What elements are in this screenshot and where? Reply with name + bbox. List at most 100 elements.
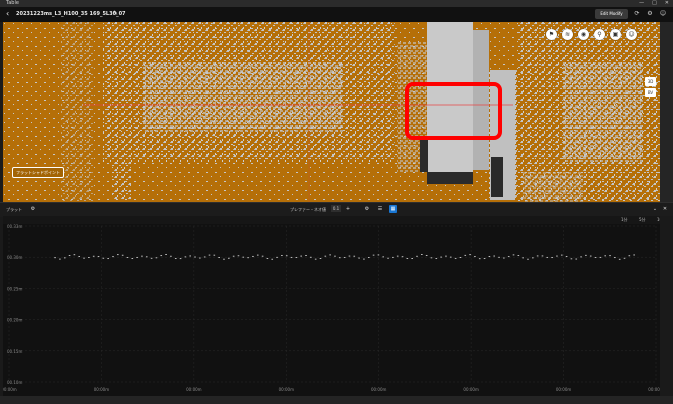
point-tag[interactable]: フラットシャドポイント xyxy=(12,167,64,178)
data-point xyxy=(324,255,327,257)
capture-icon[interactable]: ▣ xyxy=(610,29,621,40)
data-point xyxy=(633,254,635,256)
pin-icon[interactable]: ⚑ xyxy=(546,29,557,40)
data-point xyxy=(300,255,302,257)
data-point xyxy=(382,256,385,258)
chart-area[interactable]: 00.33m 00.30m 00.25m 00.20m 00.15m 00.10m 00:0… xyxy=(3,224,660,396)
data-point xyxy=(218,257,220,258)
data-point xyxy=(203,256,206,258)
data-point xyxy=(63,257,66,259)
user-icon[interactable]: ☺ xyxy=(659,10,667,18)
panel-close-icon[interactable]: ✕ xyxy=(661,205,669,213)
data-point xyxy=(126,257,129,258)
edit-button[interactable]: Edit Modify xyxy=(595,9,628,19)
data-point xyxy=(73,254,76,256)
data-point xyxy=(232,255,235,257)
y-tick-label: 00.15m xyxy=(7,349,22,354)
panel-name: プラット xyxy=(6,207,22,212)
data-point xyxy=(170,255,172,257)
expand-icon[interactable]: + xyxy=(344,205,352,213)
range-5min[interactable]: 5分 xyxy=(639,216,646,224)
status-strip xyxy=(0,396,673,404)
data-point xyxy=(493,255,496,257)
chart-icon[interactable]: ▦ xyxy=(389,205,397,213)
range-1min[interactable]: 1分 xyxy=(621,216,628,224)
data-point xyxy=(377,254,380,256)
data-point xyxy=(609,255,611,257)
x-tick-label: 00:00m xyxy=(371,387,387,392)
data-point xyxy=(88,257,90,258)
chart-panel-toolbar: プラット ⚙ プレファー・ネオ値 0.1 + ⚙ ☰ ▦ ⌄ ✕ xyxy=(0,202,673,217)
x-tick-label: 00:00m xyxy=(94,387,110,392)
window-controls: — □ ✕ xyxy=(639,0,669,7)
data-point xyxy=(512,254,515,256)
cycle-icon[interactable]: ⟳ xyxy=(633,10,641,18)
list-icon[interactable]: ☰ xyxy=(376,205,384,213)
chart-scrollbar[interactable] xyxy=(660,216,673,396)
data-point xyxy=(92,255,95,257)
data-point xyxy=(208,254,211,256)
data-point xyxy=(401,256,404,258)
data-point xyxy=(367,257,370,258)
control-value[interactable]: 0.1 xyxy=(331,205,341,212)
data-point xyxy=(261,255,264,257)
data-point xyxy=(570,258,573,260)
data-point xyxy=(372,254,375,256)
point-cloud-render xyxy=(3,22,660,202)
data-point xyxy=(314,258,317,260)
data-point xyxy=(498,256,500,258)
measure-icon[interactable]: ⚲ xyxy=(594,29,605,40)
data-point xyxy=(445,255,447,257)
view-3d-button[interactable]: 3D xyxy=(645,77,656,86)
data-point xyxy=(199,257,201,259)
data-point xyxy=(121,254,124,256)
data-point xyxy=(425,255,428,256)
data-point xyxy=(435,258,438,259)
data-point xyxy=(454,257,457,259)
data-point xyxy=(117,254,119,256)
maximize-button[interactable]: □ xyxy=(652,0,657,7)
data-point xyxy=(97,256,100,257)
data-point xyxy=(271,258,274,260)
data-point xyxy=(189,255,192,257)
data-point xyxy=(353,255,356,257)
data-point xyxy=(469,254,471,256)
data-point xyxy=(329,254,331,256)
data-point xyxy=(421,254,423,255)
edit-title-icon[interactable]: ✎ xyxy=(113,10,118,17)
data-point xyxy=(449,256,452,258)
back-button[interactable]: ‹ xyxy=(6,9,9,19)
data-point xyxy=(416,255,418,257)
collapse-icon[interactable]: ⌄ xyxy=(651,205,659,213)
y-tick-label: 00.20m xyxy=(7,318,22,323)
x-tick-label: 00:00m xyxy=(186,387,202,392)
layers-icon[interactable]: ≋ xyxy=(562,29,573,40)
data-point xyxy=(247,257,249,259)
location-icon[interactable]: ◉ xyxy=(578,29,589,40)
data-point xyxy=(604,255,607,257)
close-button[interactable]: ✕ xyxy=(665,0,669,7)
minimize-button[interactable]: — xyxy=(639,0,644,7)
data-point xyxy=(285,255,288,257)
point-cloud-viewport[interactable]: フラットシャドポイント ⚑ ≋ ◉ ⚲ ▣ ☺ 3D BV xyxy=(3,22,660,202)
data-point xyxy=(256,254,259,256)
data-point xyxy=(305,255,307,256)
y-tick-label: 00.30m xyxy=(7,255,22,260)
os-titlebar: Table — □ ✕ xyxy=(0,0,673,7)
view-bv-button[interactable]: BV xyxy=(645,88,656,97)
data-point xyxy=(174,258,177,259)
data-point xyxy=(358,257,360,259)
data-point xyxy=(536,255,539,257)
data-point xyxy=(392,256,394,258)
data-point xyxy=(478,258,481,260)
panel-settings-icon[interactable]: ⚙ xyxy=(29,205,37,213)
user-icon[interactable]: ☺ xyxy=(626,29,637,40)
settings-icon[interactable]: ⚙ xyxy=(646,10,654,18)
data-point xyxy=(411,258,413,259)
data-point xyxy=(310,256,312,258)
viewport-scrollbar[interactable] xyxy=(660,22,673,202)
data-point xyxy=(252,255,254,257)
settings-icon[interactable]: ⚙ xyxy=(363,205,371,213)
file-title: 20231223ms_L3_H100_35 169_5L30_07 xyxy=(16,11,126,17)
data-point xyxy=(522,257,524,259)
